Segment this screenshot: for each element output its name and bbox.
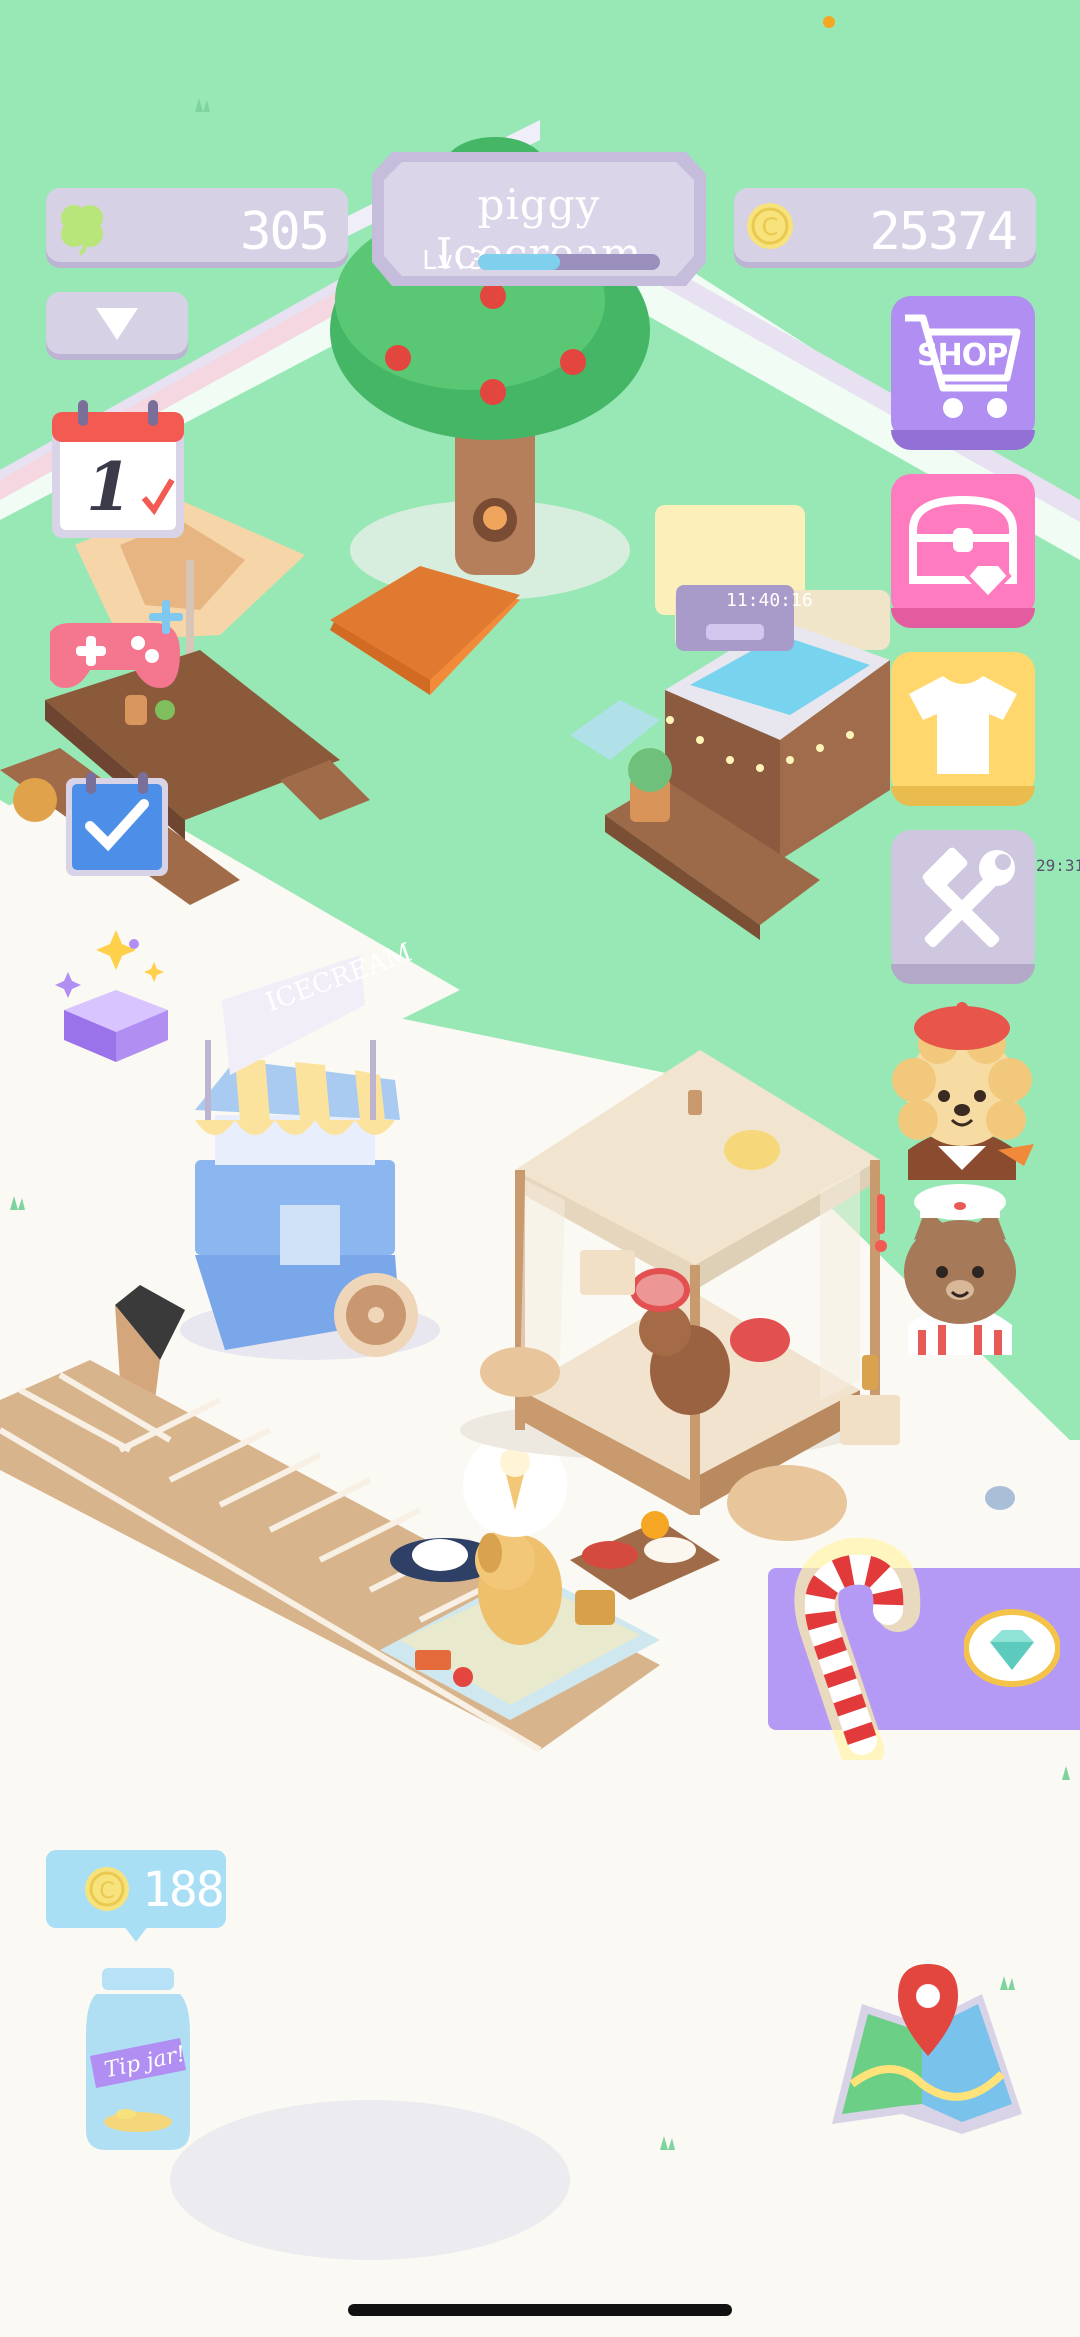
shop-label: SHOP — [917, 338, 1008, 373]
gift-box-icon[interactable] — [54, 928, 178, 1064]
level-label: Lv.3 — [422, 246, 485, 276]
tshirt-icon — [909, 676, 1017, 774]
clover-counter[interactable]: 305 — [46, 188, 348, 262]
shop-title-plate[interactable]: piggy Icecream Lv.3 — [372, 152, 706, 286]
delivery-timer: 11:40:16 — [726, 590, 813, 611]
calendar-icon[interactable]: 1 — [50, 398, 186, 540]
coin-count: 25374 — [869, 202, 1018, 262]
dropdown-button[interactable] — [46, 292, 188, 354]
side-timer: 29:31 — [1036, 856, 1080, 875]
tools-button[interactable] — [891, 830, 1035, 984]
poodle-chef-avatar[interactable] — [878, 1000, 1046, 1180]
clover-icon — [52, 196, 112, 256]
coin-icon: C — [85, 1867, 129, 1911]
shop-button[interactable]: SHOP — [891, 296, 1035, 450]
calendar-day: 1 — [86, 448, 132, 526]
map-button[interactable] — [822, 1964, 1032, 2144]
treasure-chest-button[interactable] — [891, 474, 1035, 628]
dropdown-arrow-icon — [96, 308, 138, 340]
checklist-icon[interactable] — [64, 770, 170, 878]
diamond-icon — [964, 1609, 1060, 1687]
map-icon — [832, 1964, 1022, 2134]
hammer-wrench-icon — [922, 847, 1015, 948]
alert-icon — [874, 1194, 888, 1254]
home-indicator[interactable] — [348, 2304, 732, 2316]
candy-cane-icon — [794, 1537, 921, 1760]
level-progress-bar — [478, 254, 660, 270]
svg-text:C: C — [99, 1879, 114, 1904]
svg-text:C: C — [762, 213, 779, 241]
bubble-tail — [124, 1926, 148, 1942]
wardrobe-button[interactable] — [891, 652, 1035, 806]
gamepad-icon[interactable] — [45, 598, 186, 693]
clover-count: 305 — [240, 202, 330, 262]
tip-jar-amount: 188 — [142, 1862, 225, 1918]
tip-jar[interactable]: Tip jar! — [82, 1964, 194, 2154]
tip-jar-bubble[interactable]: C 188 — [46, 1850, 226, 1942]
cat-chef-avatar[interactable] — [875, 1180, 1030, 1355]
coin-icon: C — [744, 200, 796, 252]
coin-counter[interactable]: C 25374 — [734, 188, 1036, 262]
treasure-chest-icon — [909, 495, 1017, 601]
level-progress-fill — [478, 254, 560, 270]
